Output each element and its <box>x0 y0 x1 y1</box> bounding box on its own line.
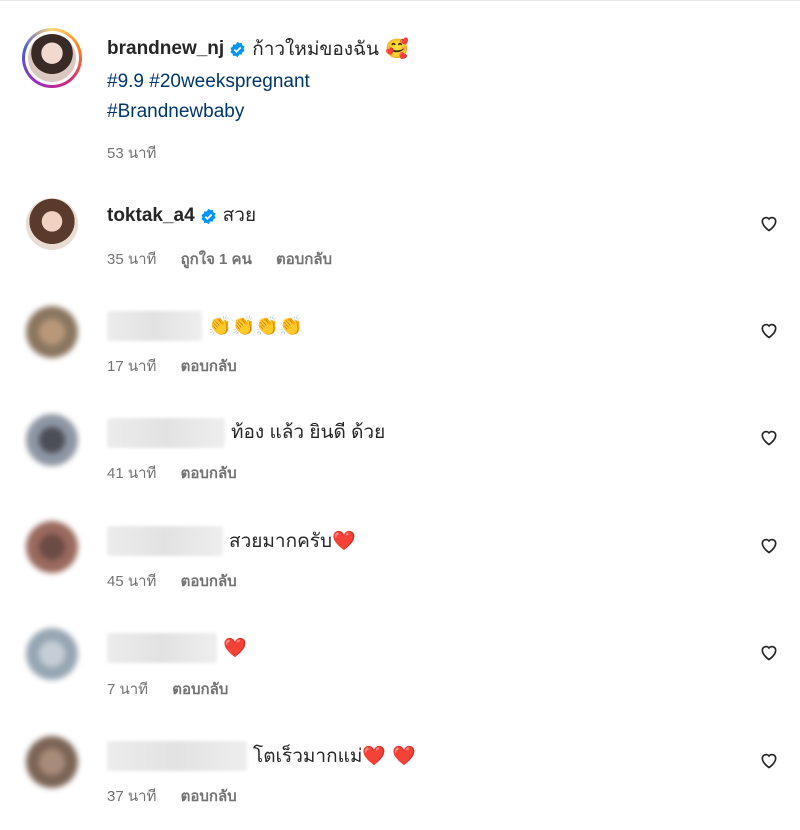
comment-text: ❤️ <box>223 637 247 659</box>
post-caption-text: ก้าวใหม่ของฉัน 🥰 <box>252 38 409 60</box>
comment-avatar[interactable] <box>26 198 78 250</box>
hashtag-link[interactable]: #Brandnewbaby <box>107 99 244 125</box>
post-time[interactable]: 53 นาที <box>107 145 156 162</box>
comment-line: ท้อง แล้ว ยินดี ด้วย <box>107 418 385 448</box>
comment-avatar[interactable] <box>26 628 78 680</box>
comment-avatar[interactable] <box>26 306 78 358</box>
reply-button[interactable]: ตอบกลับ <box>181 788 237 805</box>
comment-avatar[interactable] <box>26 521 78 573</box>
reply-button[interactable]: ตอบกลับ <box>172 681 228 698</box>
comment-meta: 45 นาที ตอบกลับ <box>107 569 257 593</box>
heart-outline-icon[interactable] <box>759 750 779 770</box>
post-meta: 53 นาที <box>107 141 176 165</box>
comment-text: 👏👏👏👏 <box>208 315 303 337</box>
comment-time[interactable]: 41 นาที <box>107 465 156 482</box>
verified-badge-icon <box>230 41 245 57</box>
comment-line: ❤️ <box>107 633 247 663</box>
comment-meta: 35 นาที ถูกใจ 1 คน ตอบกลับ <box>107 247 352 271</box>
heart-outline-icon[interactable] <box>759 213 779 233</box>
heart-outline-icon[interactable] <box>759 535 779 555</box>
comment-text: ท้อง แล้ว ยินดี ด้วย <box>231 422 386 443</box>
comment-time[interactable]: 7 นาที <box>107 681 148 698</box>
comment-meta: 41 นาที ตอบกลับ <box>107 461 257 485</box>
comment-time[interactable]: 37 นาที <box>107 788 156 805</box>
comment-meta: 7 นาที ตอบกลับ <box>107 677 248 701</box>
comment-time[interactable]: 45 นาที <box>107 573 156 590</box>
comment-avatar[interactable] <box>26 414 78 466</box>
comment-likes-count[interactable]: ถูกใจ 1 คน <box>181 251 252 268</box>
post-author-username[interactable]: brandnew_nj <box>107 36 224 62</box>
comment-time[interactable]: 35 นาที <box>107 251 156 268</box>
verified-badge-icon <box>201 208 216 224</box>
reply-button[interactable]: ตอบกลับ <box>181 573 237 590</box>
post-hashtags-line2: #Brandnewbaby <box>107 99 244 125</box>
hashtag-links[interactable]: #9.9 #20weekspregnant <box>107 69 310 95</box>
blurred-username[interactable] <box>107 526 223 556</box>
heart-outline-icon[interactable] <box>759 427 779 447</box>
comment-line: toktak_a4 สวย <box>107 203 256 229</box>
comment-meta: 37 นาที ตอบกลับ <box>107 784 257 808</box>
comment-time[interactable]: 17 นาที <box>107 358 156 375</box>
blurred-username[interactable] <box>107 741 247 771</box>
post-author-avatar[interactable] <box>22 28 82 88</box>
comment-line: โตเร็วมากแม่❤️ ❤️ <box>107 741 416 771</box>
comment-line: 👏👏👏👏 <box>107 311 303 341</box>
comment-avatar[interactable] <box>26 736 78 788</box>
reply-button[interactable]: ตอบกลับ <box>181 358 237 375</box>
blurred-username[interactable] <box>107 311 202 341</box>
comment-text: สวยมากครับ❤️ <box>229 530 356 552</box>
comment-text: โตเร็วมากแม่❤️ ❤️ <box>253 745 416 767</box>
post-hashtags-line1: #9.9 #20weekspregnant <box>107 69 310 95</box>
post-caption-line: brandnew_nj ก้าวใหม่ของฉัน 🥰 <box>107 36 409 62</box>
comment-line: สวยมากครับ❤️ <box>107 526 356 556</box>
comment-meta: 17 นาที ตอบกลับ <box>107 354 257 378</box>
heart-outline-icon[interactable] <box>759 642 779 662</box>
comment-username[interactable]: toktak_a4 <box>107 203 195 229</box>
blurred-username[interactable] <box>107 418 225 448</box>
comments-panel: brandnew_nj ก้าวใหม่ของฉัน 🥰 #9.9 #20wee… <box>0 0 800 830</box>
blurred-username[interactable] <box>107 633 217 663</box>
reply-button[interactable]: ตอบกลับ <box>181 465 237 482</box>
heart-outline-icon[interactable] <box>759 320 779 340</box>
comment-text: สวย <box>222 205 257 226</box>
reply-button[interactable]: ตอบกลับ <box>276 251 332 268</box>
